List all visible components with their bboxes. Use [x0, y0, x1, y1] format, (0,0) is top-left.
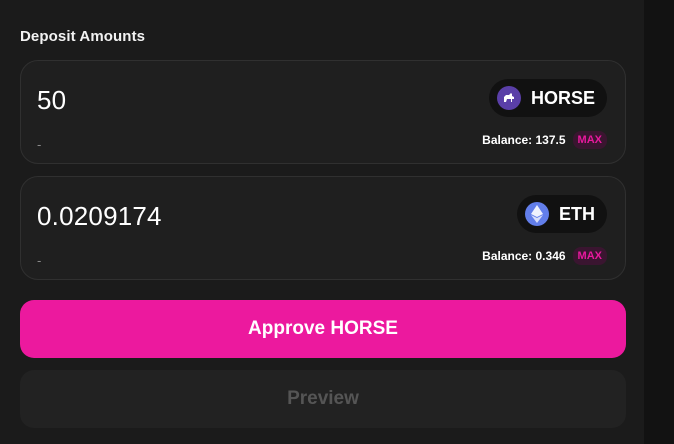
- horse-icon: [496, 86, 521, 110]
- preview-button[interactable]: Preview: [20, 370, 626, 428]
- amount-input[interactable]: 50: [37, 85, 66, 116]
- max-button[interactable]: MAX: [572, 131, 607, 149]
- side-divider: [644, 0, 674, 444]
- usd-value: -: [37, 253, 42, 268]
- token-selector-eth[interactable]: ETH: [517, 195, 607, 233]
- token-symbol: HORSE: [530, 87, 595, 108]
- deposit-panel: Deposit Amounts 50 - HORSE Balance: 137.…: [0, 0, 644, 444]
- balance-text: Balance: 0.346: [482, 249, 566, 263]
- token-selector-horse[interactable]: HORSE: [488, 79, 607, 117]
- usd-value: -: [37, 137, 42, 152]
- section-title: Deposit Amounts: [20, 28, 146, 45]
- deposit-card-eth: 0.0209174 - ETH Balance: 0.346 MAX: [20, 176, 626, 280]
- amount-input[interactable]: 0.0209174: [37, 201, 162, 232]
- balance-row: Balance: 0.346 MAX: [482, 247, 607, 265]
- balance-text: Balance: 137.5: [482, 133, 566, 147]
- deposit-card-horse: 50 - HORSE Balance: 137.5 MAX: [20, 60, 626, 164]
- token-symbol: ETH: [559, 203, 595, 224]
- max-button[interactable]: MAX: [572, 247, 607, 265]
- eth-icon: [525, 202, 549, 226]
- approve-button[interactable]: Approve HORSE: [20, 300, 626, 358]
- balance-row: Balance: 137.5 MAX: [482, 131, 607, 149]
